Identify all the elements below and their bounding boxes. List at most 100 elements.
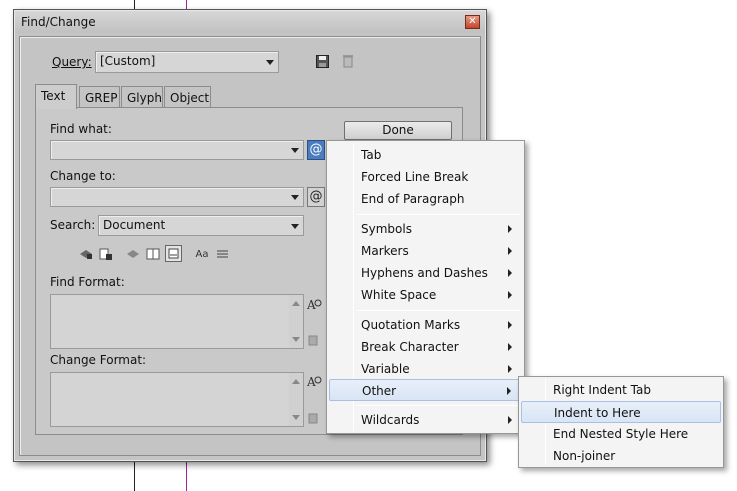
query-value: [Custom] [100,54,156,68]
menu-item-label: Markers [361,244,409,258]
save-query-icon[interactable] [314,53,330,69]
include-locked-layers-icon[interactable] [78,246,94,262]
tab-label: Object [170,91,210,105]
search-label: Search: [50,218,96,232]
menu-separator [357,310,520,311]
submenu-item-indent-to-here[interactable]: Indent to Here [521,401,721,423]
menu-item-label: Break Character [361,340,459,354]
submenu-item-right-indent-tab[interactable]: Right Indent Tab [521,379,721,401]
find-what-input[interactable] [50,140,304,160]
at-icon: @ [309,142,323,157]
menu-item-label: Indent to Here [554,406,641,420]
case-sensitive-toggle[interactable]: Aa [193,246,211,262]
svg-text:A: A [307,298,316,311]
menu-item-label: Wildcards [361,413,420,427]
scroll-up-icon[interactable] [292,301,300,306]
submenu-arrow-icon [508,343,512,351]
menu-item-markers[interactable]: Markers [329,240,522,262]
close-icon: ✕ [468,16,477,27]
menu-item-label: White Space [361,288,437,302]
whole-word-icon[interactable] [214,246,230,262]
done-button[interactable]: Done [344,121,452,140]
menu-item-label: Variable [361,362,410,376]
tab-label: GREP [85,91,118,105]
menu-item-tab[interactable]: Tab [329,144,522,166]
change-format-label: Change Format: [50,353,147,367]
tab-glyph[interactable]: Glyph [121,86,163,108]
menu-item-end-of-paragraph[interactable]: End of Paragraph [329,188,522,210]
dialog-title: Find/Change [21,15,96,29]
submenu-item-non-joiner[interactable]: Non-joiner [521,445,721,467]
menu-item-label: End Nested Style Here [553,427,689,441]
scroll-down-icon[interactable] [292,415,300,420]
menu-item-wildcards[interactable]: Wildcards [329,409,522,431]
menu-item-label: Right Indent Tab [553,383,651,397]
tab-object[interactable]: Object [164,86,211,108]
submenu-arrow-icon [508,225,512,233]
include-footnotes-icon[interactable] [165,245,182,262]
menu-item-label: Quotation Marks [361,318,461,332]
submenu-arrow-icon [507,387,511,395]
special-characters-menu: Tab Forced Line Break End of Paragraph S… [326,140,525,434]
svg-text:A: A [307,375,316,388]
find-format-box[interactable] [50,294,304,349]
menu-item-symbols[interactable]: Symbols [329,218,522,240]
other-submenu: Right Indent Tab Indent to Here End Nest… [518,376,724,468]
menu-item-label: Hyphens and Dashes [361,266,488,280]
menu-item-break-character[interactable]: Break Character [329,336,522,358]
query-label: Query: [52,55,92,69]
menu-item-white-space[interactable]: White Space [329,284,522,306]
chevron-down-icon [291,195,299,200]
clear-find-format-icon[interactable] [306,333,320,347]
submenu-arrow-icon [508,291,512,299]
search-scope-value: Document [103,218,166,232]
scroll-up-icon[interactable] [292,379,300,384]
search-scope-select[interactable]: Document [98,215,304,236]
include-hidden-layers-icon[interactable] [125,246,141,262]
submenu-item-end-nested-style-here[interactable]: End Nested Style Here [521,423,721,445]
menu-separator [357,214,520,215]
chevron-down-icon [266,60,274,65]
special-characters-find-button[interactable]: @ [307,140,325,160]
menu-item-forced-line-break[interactable]: Forced Line Break [329,166,522,188]
tab-label: Glyph [127,91,162,105]
menu-item-hyphens-and-dashes[interactable]: Hyphens and Dashes [329,262,522,284]
find-format-scrollbar[interactable] [289,295,303,348]
submenu-arrow-icon [508,416,512,424]
submenu-arrow-icon [508,247,512,255]
scroll-down-icon[interactable] [292,337,300,342]
find-what-label: Find what: [50,122,112,136]
change-format-scrollbar[interactable] [289,373,303,426]
tab-text[interactable]: Text [35,84,77,109]
menu-item-label: Symbols [361,222,412,236]
include-master-pages-icon[interactable] [145,246,161,262]
menu-item-other[interactable]: Other [329,379,522,401]
tab-grep[interactable]: GREP [79,86,120,108]
change-to-input[interactable] [50,187,304,207]
change-format-box[interactable] [50,372,304,427]
at-icon: @ [309,189,323,204]
submenu-arrow-icon [508,321,512,329]
tab-label: Text [41,89,66,103]
chevron-down-icon [291,223,299,229]
special-characters-change-button[interactable]: @ [307,187,325,207]
query-select[interactable]: [Custom] [95,51,279,73]
menu-item-label: End of Paragraph [361,192,465,206]
change-to-label: Change to: [50,169,116,183]
include-locked-stories-icon[interactable] [98,246,114,262]
menu-separator [357,405,520,406]
find-format-label: Find Format: [50,275,125,289]
menu-item-label: Other [362,384,397,398]
submenu-arrow-icon [508,365,512,373]
menu-item-label: Forced Line Break [361,170,469,184]
specify-find-format-icon[interactable]: A [306,296,322,312]
clear-change-format-icon[interactable] [306,411,320,425]
trash-icon[interactable] [340,53,356,69]
specify-change-format-icon[interactable]: A [306,373,322,389]
close-button[interactable]: ✕ [465,15,480,29]
title-bar[interactable]: Find/Change ✕ [15,11,485,33]
submenu-arrow-icon [508,269,512,277]
menu-item-quotation-marks[interactable]: Quotation Marks [329,314,522,336]
menu-item-variable[interactable]: Variable [329,358,522,380]
chevron-down-icon [291,148,299,153]
